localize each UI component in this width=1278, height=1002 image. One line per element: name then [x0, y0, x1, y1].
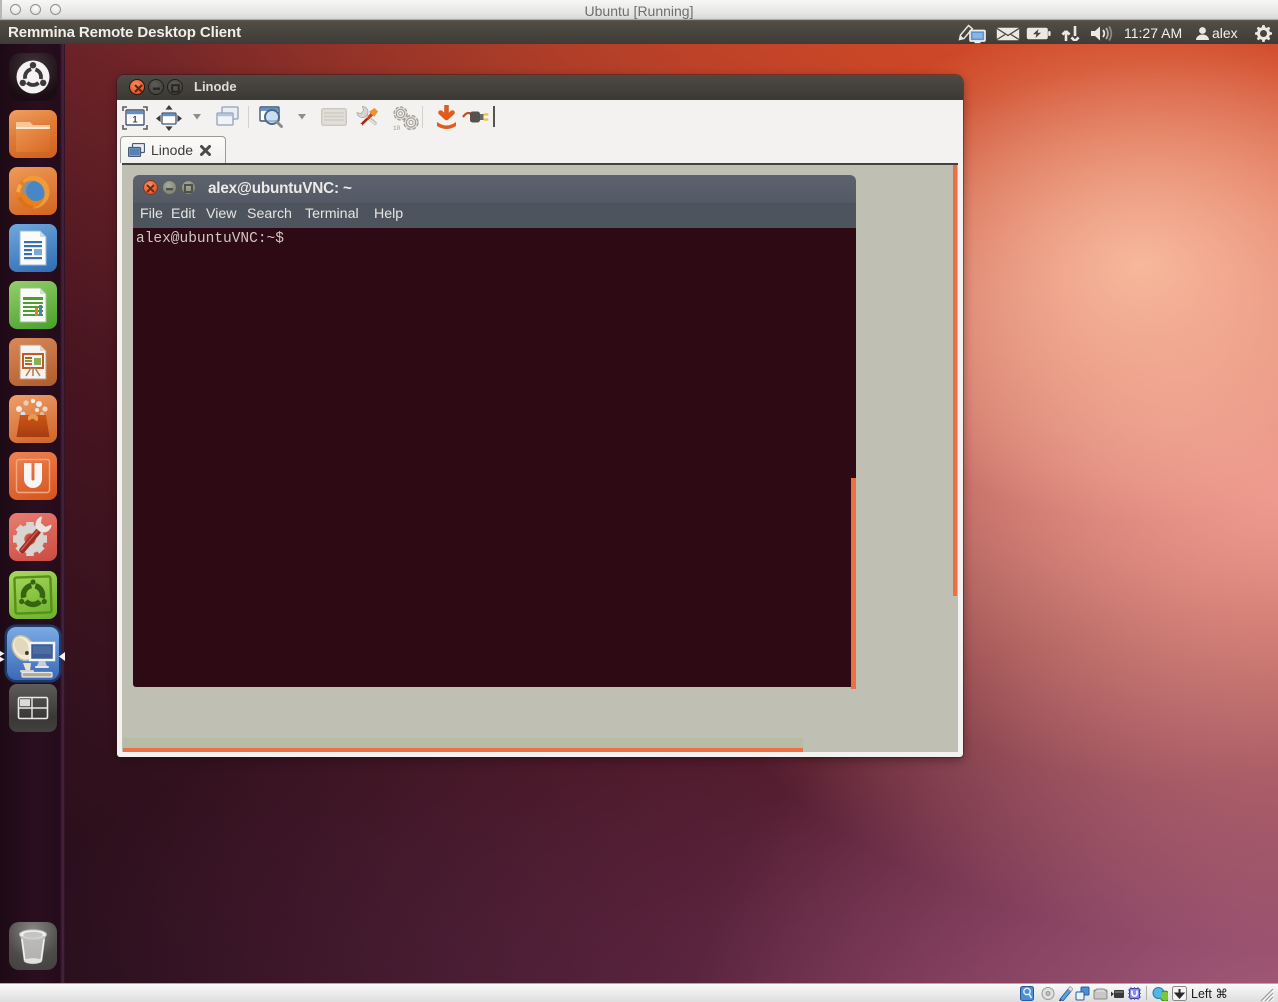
svg-text:10: 10	[393, 125, 401, 131]
svg-text:1: 1	[132, 115, 137, 125]
